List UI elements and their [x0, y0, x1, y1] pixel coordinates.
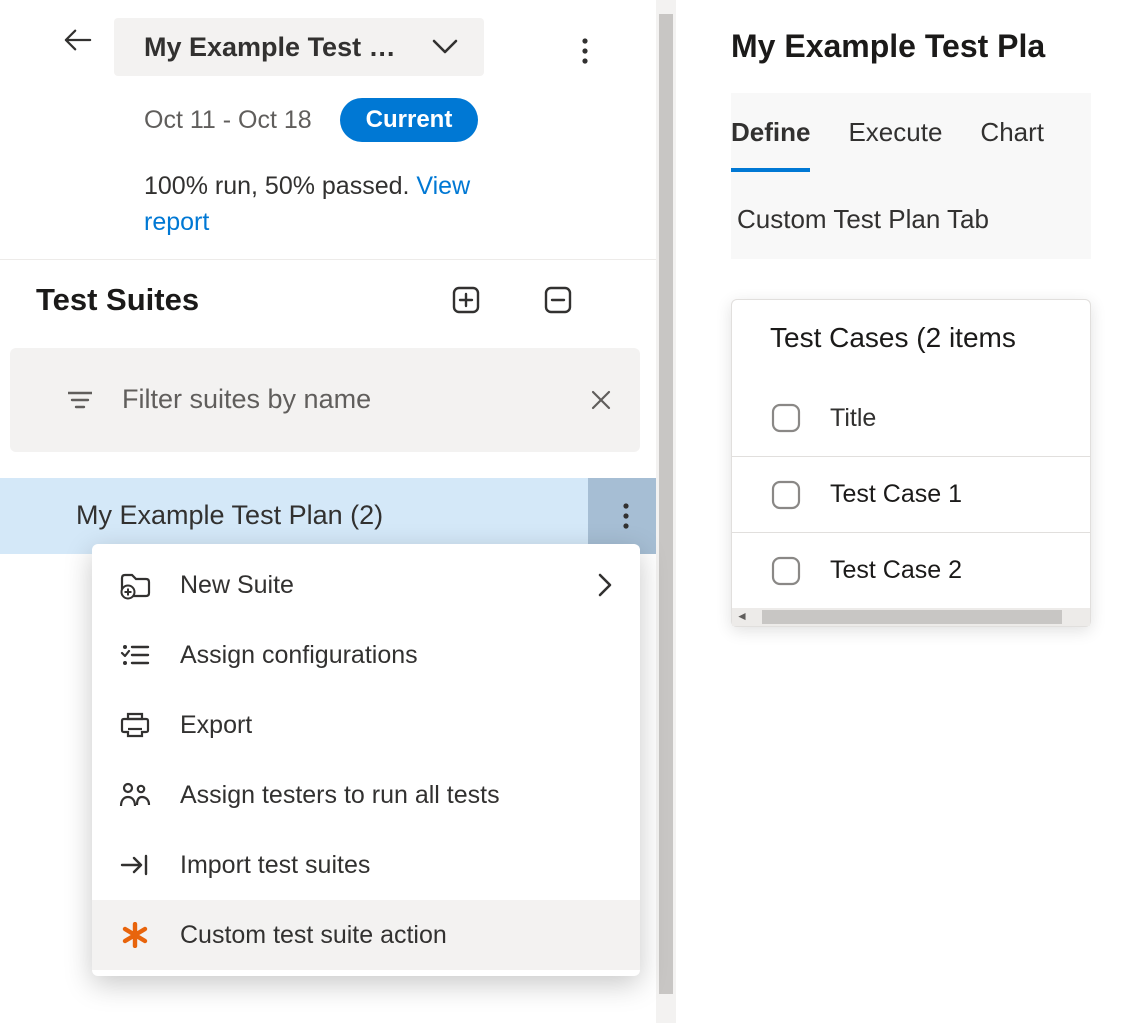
row-checkbox[interactable]	[770, 555, 802, 587]
tab-strip: Define Execute Chart	[731, 93, 1091, 200]
filter-icon	[68, 391, 92, 409]
tab-define[interactable]: Define	[731, 117, 810, 172]
vertical-dots-icon	[623, 503, 629, 529]
test-case-title: Test Case 1	[830, 480, 962, 509]
right-panel: My Example Test Pla Define Execute Chart…	[665, 0, 1123, 1023]
scrollbar-thumb[interactable]	[762, 610, 1062, 624]
folder-add-icon	[118, 568, 152, 602]
menu-new-suite[interactable]: New Suite	[92, 550, 640, 620]
table-header-row: Title	[732, 380, 1090, 456]
table-row[interactable]: Test Case 2	[732, 532, 1090, 608]
menu-item-label: Export	[180, 711, 612, 740]
print-icon	[118, 708, 152, 742]
expand-all-button[interactable]	[444, 278, 488, 322]
filter-suites-input[interactable]	[120, 383, 590, 416]
iteration-meta: Oct 11 - Oct 18 Current 100% run, 50% pa…	[0, 76, 664, 241]
menu-item-label: New Suite	[180, 571, 590, 600]
run-stats: 100% run, 50% passed. View report	[144, 142, 472, 241]
back-button[interactable]	[64, 26, 92, 54]
checkbox-icon	[770, 402, 802, 434]
filter-suites-box[interactable]	[10, 348, 640, 452]
scroll-left-icon[interactable]: ◄	[736, 609, 748, 623]
checkbox-icon	[770, 479, 802, 511]
test-case-title: Test Case 2	[830, 556, 962, 585]
clear-filter-button[interactable]	[590, 389, 612, 411]
checklist-icon	[118, 638, 152, 672]
menu-item-label: Assign configurations	[180, 641, 612, 670]
test-suites-heading: Test Suites	[36, 282, 444, 318]
menu-item-label: Assign testers to run all tests	[180, 781, 612, 810]
menu-item-label: Import test suites	[180, 851, 612, 880]
collapse-all-button[interactable]	[536, 278, 580, 322]
tab-chart[interactable]: Chart	[980, 117, 1044, 172]
page-title: My Example Test Pla	[731, 28, 1123, 65]
test-cases-heading: Test Cases (2 items	[732, 322, 1090, 380]
menu-assign-configurations[interactable]: Assign configurations	[92, 620, 640, 690]
menu-export[interactable]: Export	[92, 690, 640, 760]
suite-row-selected[interactable]: My Example Test Plan (2)	[0, 478, 664, 554]
table-row[interactable]: Test Case 1	[732, 456, 1090, 532]
chevron-right-icon	[598, 573, 612, 597]
test-cases-card: Test Cases (2 items Title Test Case 1	[731, 299, 1091, 627]
test-plan-dropdown[interactable]: My Example Test …	[114, 18, 484, 76]
tab-execute[interactable]: Execute	[848, 117, 942, 172]
checkbox-icon	[770, 555, 802, 587]
select-all-checkbox[interactable]	[770, 402, 802, 434]
asterisk-icon	[118, 918, 152, 952]
menu-assign-testers[interactable]: Assign testers to run all tests	[92, 760, 640, 830]
iteration-dates: Oct 11 - Oct 18	[144, 106, 312, 135]
suite-context-menu: New Suite Assign configuration	[92, 544, 640, 976]
card-horizontal-scrollbar[interactable]: ◄	[732, 608, 1090, 626]
close-icon	[590, 389, 612, 411]
menu-item-label: Custom test suite action	[180, 921, 612, 950]
left-panel: My Example Test … Oct 11 - Oct 18 Curren…	[0, 0, 665, 1023]
people-icon	[118, 778, 152, 812]
column-header-title[interactable]: Title	[830, 404, 876, 433]
test-plan-name: My Example Test …	[144, 32, 396, 63]
run-stats-text: 100% run, 50% passed.	[144, 172, 416, 200]
custom-tab-label[interactable]: Custom Test Plan Tab	[731, 200, 1091, 259]
suite-row-label: My Example Test Plan (2)	[76, 500, 588, 531]
collapse-all-icon	[544, 286, 572, 314]
row-checkbox[interactable]	[770, 479, 802, 511]
current-iteration-badge: Current	[340, 98, 479, 142]
more-actions-button[interactable]	[570, 36, 600, 66]
chevron-down-icon	[432, 39, 458, 55]
suite-row-more-button[interactable]	[588, 478, 664, 554]
menu-custom-suite-action[interactable]: Custom test suite action	[92, 900, 640, 970]
import-icon	[118, 848, 152, 882]
arrow-left-icon	[64, 28, 92, 52]
menu-import-suites[interactable]: Import test suites	[92, 830, 640, 900]
vertical-dots-icon	[582, 38, 588, 64]
expand-all-icon	[452, 286, 480, 314]
